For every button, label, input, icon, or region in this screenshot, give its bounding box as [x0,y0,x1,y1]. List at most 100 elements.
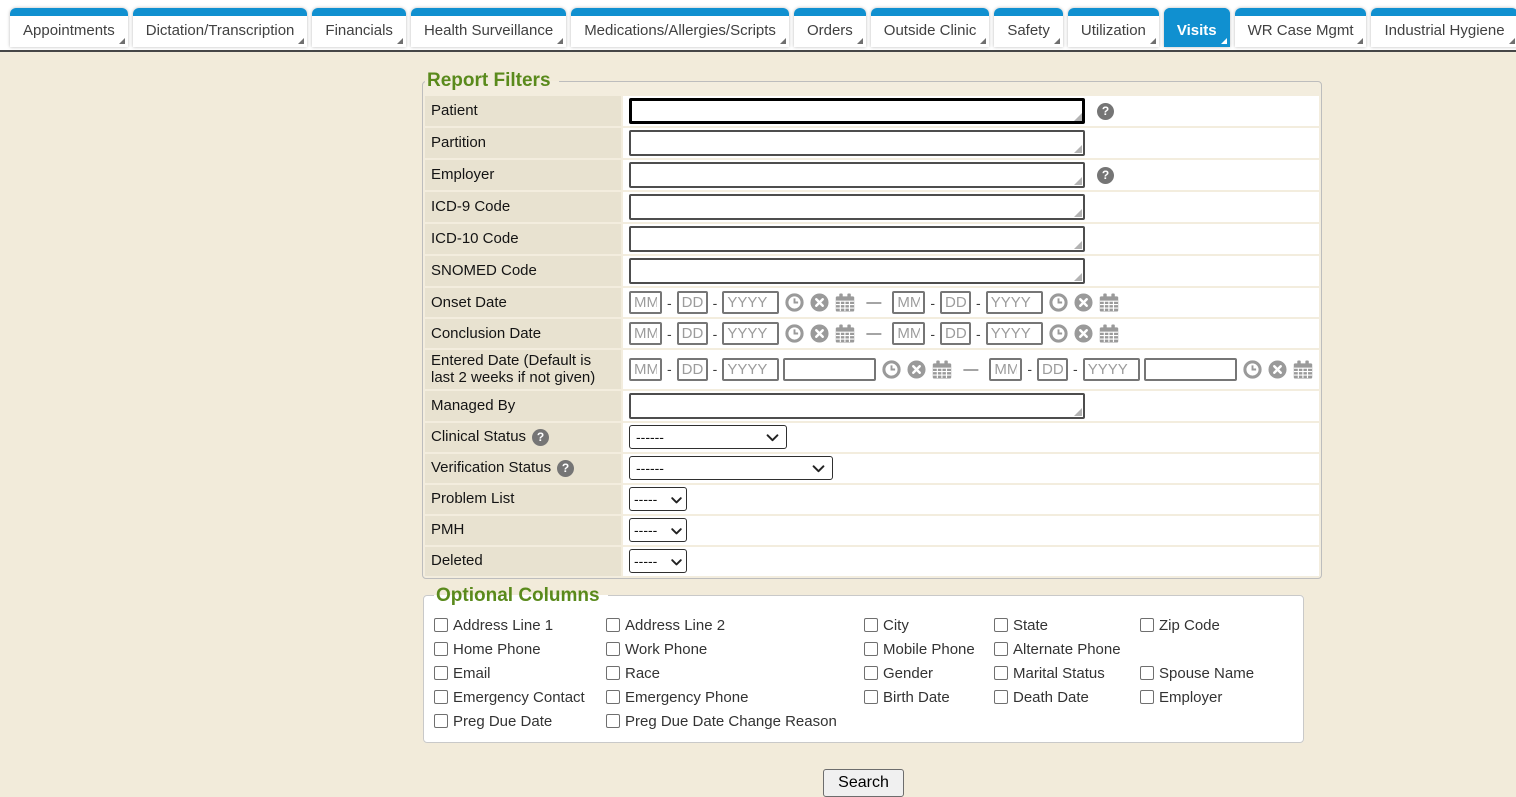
onset-from-month-input[interactable] [629,291,662,314]
home-phone-checkbox[interactable] [434,642,448,656]
optional-column-item[interactable]: Alternate Phone [994,641,1140,658]
tab-outside-clinic[interactable]: Outside Clinic [871,8,990,47]
optional-column-item[interactable]: Zip Code [1140,617,1293,634]
onset-to-year-input[interactable] [986,291,1043,314]
clock-icon[interactable] [785,293,804,312]
clear-icon[interactable] [810,324,829,343]
entered-from-year-input[interactable] [722,358,779,381]
email-checkbox[interactable] [434,666,448,680]
optional-column-item[interactable]: Spouse Name [1140,665,1293,682]
conclusion-to-year-input[interactable] [986,322,1043,345]
gender-checkbox[interactable] [864,666,878,680]
race-checkbox[interactable] [606,666,620,680]
calendar-icon[interactable] [835,324,855,343]
tab-appointments[interactable]: Appointments [10,8,128,47]
conclusion-to-day-input[interactable] [940,322,971,345]
optional-column-item[interactable]: Address Line 1 [434,617,606,634]
address-line-1-checkbox[interactable] [434,618,448,632]
work-phone-checkbox[interactable] [606,642,620,656]
tab-medications-allergies-scripts[interactable]: Medications/Allergies/Scripts [571,8,789,47]
mobile-phone-checkbox[interactable] [864,642,878,656]
deleted-select[interactable]: ----- [629,549,687,573]
onset-to-day-input[interactable] [940,291,971,314]
employer-input[interactable] [629,162,1085,188]
clock-icon[interactable] [882,360,901,379]
conclusion-to-month-input[interactable] [892,322,925,345]
verification-status-select[interactable]: ------ [629,456,833,480]
entered-to-time-input[interactable] [1144,358,1237,381]
problem-list-select[interactable]: ----- [629,487,687,511]
clear-icon[interactable] [1074,293,1093,312]
spouse-name-checkbox[interactable] [1140,666,1154,680]
conclusion-from-month-input[interactable] [629,322,662,345]
state-checkbox[interactable] [994,618,1008,632]
optional-column-item[interactable]: Preg Due Date [434,713,606,730]
optional-column-item[interactable]: Race [606,665,864,682]
optional-column-item[interactable]: State [994,617,1140,634]
death-date-checkbox[interactable] [994,690,1008,704]
clinical-status-select[interactable]: ------ [629,425,787,449]
optional-column-item[interactable]: Birth Date [864,689,994,706]
optional-column-item[interactable]: Emergency Contact [434,689,606,706]
clock-icon[interactable] [785,324,804,343]
optional-column-item[interactable]: Work Phone [606,641,864,658]
tab-industrial-hygiene[interactable]: Industrial Hygiene [1371,8,1516,47]
onset-to-month-input[interactable] [892,291,925,314]
tab-wr-case-mgmt[interactable]: WR Case Mgmt [1235,8,1367,47]
clear-icon[interactable] [1268,360,1287,379]
alternate-phone-checkbox[interactable] [994,642,1008,656]
clear-icon[interactable] [907,360,926,379]
entered-from-day-input[interactable] [677,358,708,381]
preg-due-date-checkbox[interactable] [434,714,448,728]
tab-utilization[interactable]: Utilization [1068,8,1159,47]
calendar-icon[interactable] [932,360,952,379]
clock-icon[interactable] [1049,293,1068,312]
optional-column-item[interactable]: Address Line 2 [606,617,864,634]
search-button[interactable]: Search [823,769,904,797]
calendar-icon[interactable] [835,293,855,312]
clock-icon[interactable] [1243,360,1262,379]
tab-health-surveillance[interactable]: Health Surveillance [411,8,566,47]
tab-safety[interactable]: Safety [994,8,1063,47]
marital-status-checkbox[interactable] [994,666,1008,680]
address-line-2-checkbox[interactable] [606,618,620,632]
onset-from-year-input[interactable] [722,291,779,314]
entered-to-day-input[interactable] [1037,358,1068,381]
snomed-code-input[interactable] [629,258,1085,284]
optional-column-item[interactable]: Marital Status [994,665,1140,682]
optional-column-item[interactable]: Email [434,665,606,682]
preg-due-date-change-reason-checkbox[interactable] [606,714,620,728]
patient-input[interactable] [629,98,1085,124]
employer-checkbox[interactable] [1140,690,1154,704]
optional-column-item[interactable]: Employer [1140,689,1293,706]
optional-column-item[interactable]: Mobile Phone [864,641,994,658]
tab-orders[interactable]: Orders [794,8,866,47]
clear-icon[interactable] [810,293,829,312]
optional-column-item[interactable]: City [864,617,994,634]
calendar-icon[interactable] [1099,293,1119,312]
city-checkbox[interactable] [864,618,878,632]
optional-column-item[interactable]: Home Phone [434,641,606,658]
entered-from-time-input[interactable] [783,358,876,381]
help-icon[interactable]: ? [532,429,549,446]
optional-column-item[interactable]: Gender [864,665,994,682]
conclusion-from-day-input[interactable] [677,322,708,345]
tab-dictation-transcription[interactable]: Dictation/Transcription [133,8,308,47]
optional-column-item[interactable]: Death Date [994,689,1140,706]
clear-icon[interactable] [1074,324,1093,343]
birth-date-checkbox[interactable] [864,690,878,704]
calendar-icon[interactable] [1099,324,1119,343]
tab-visits[interactable]: Visits [1164,8,1230,47]
entered-to-month-input[interactable] [989,358,1022,381]
entered-to-year-input[interactable] [1083,358,1140,381]
emergency-phone-checkbox[interactable] [606,690,620,704]
entered-from-month-input[interactable] [629,358,662,381]
pmh-select[interactable]: ----- [629,518,687,542]
help-icon[interactable]: ? [557,460,574,477]
managed-by-input[interactable] [629,393,1085,419]
onset-from-day-input[interactable] [677,291,708,314]
clock-icon[interactable] [1049,324,1068,343]
icd10-code-input[interactable] [629,226,1085,252]
calendar-icon[interactable] [1293,360,1313,379]
conclusion-from-year-input[interactable] [722,322,779,345]
